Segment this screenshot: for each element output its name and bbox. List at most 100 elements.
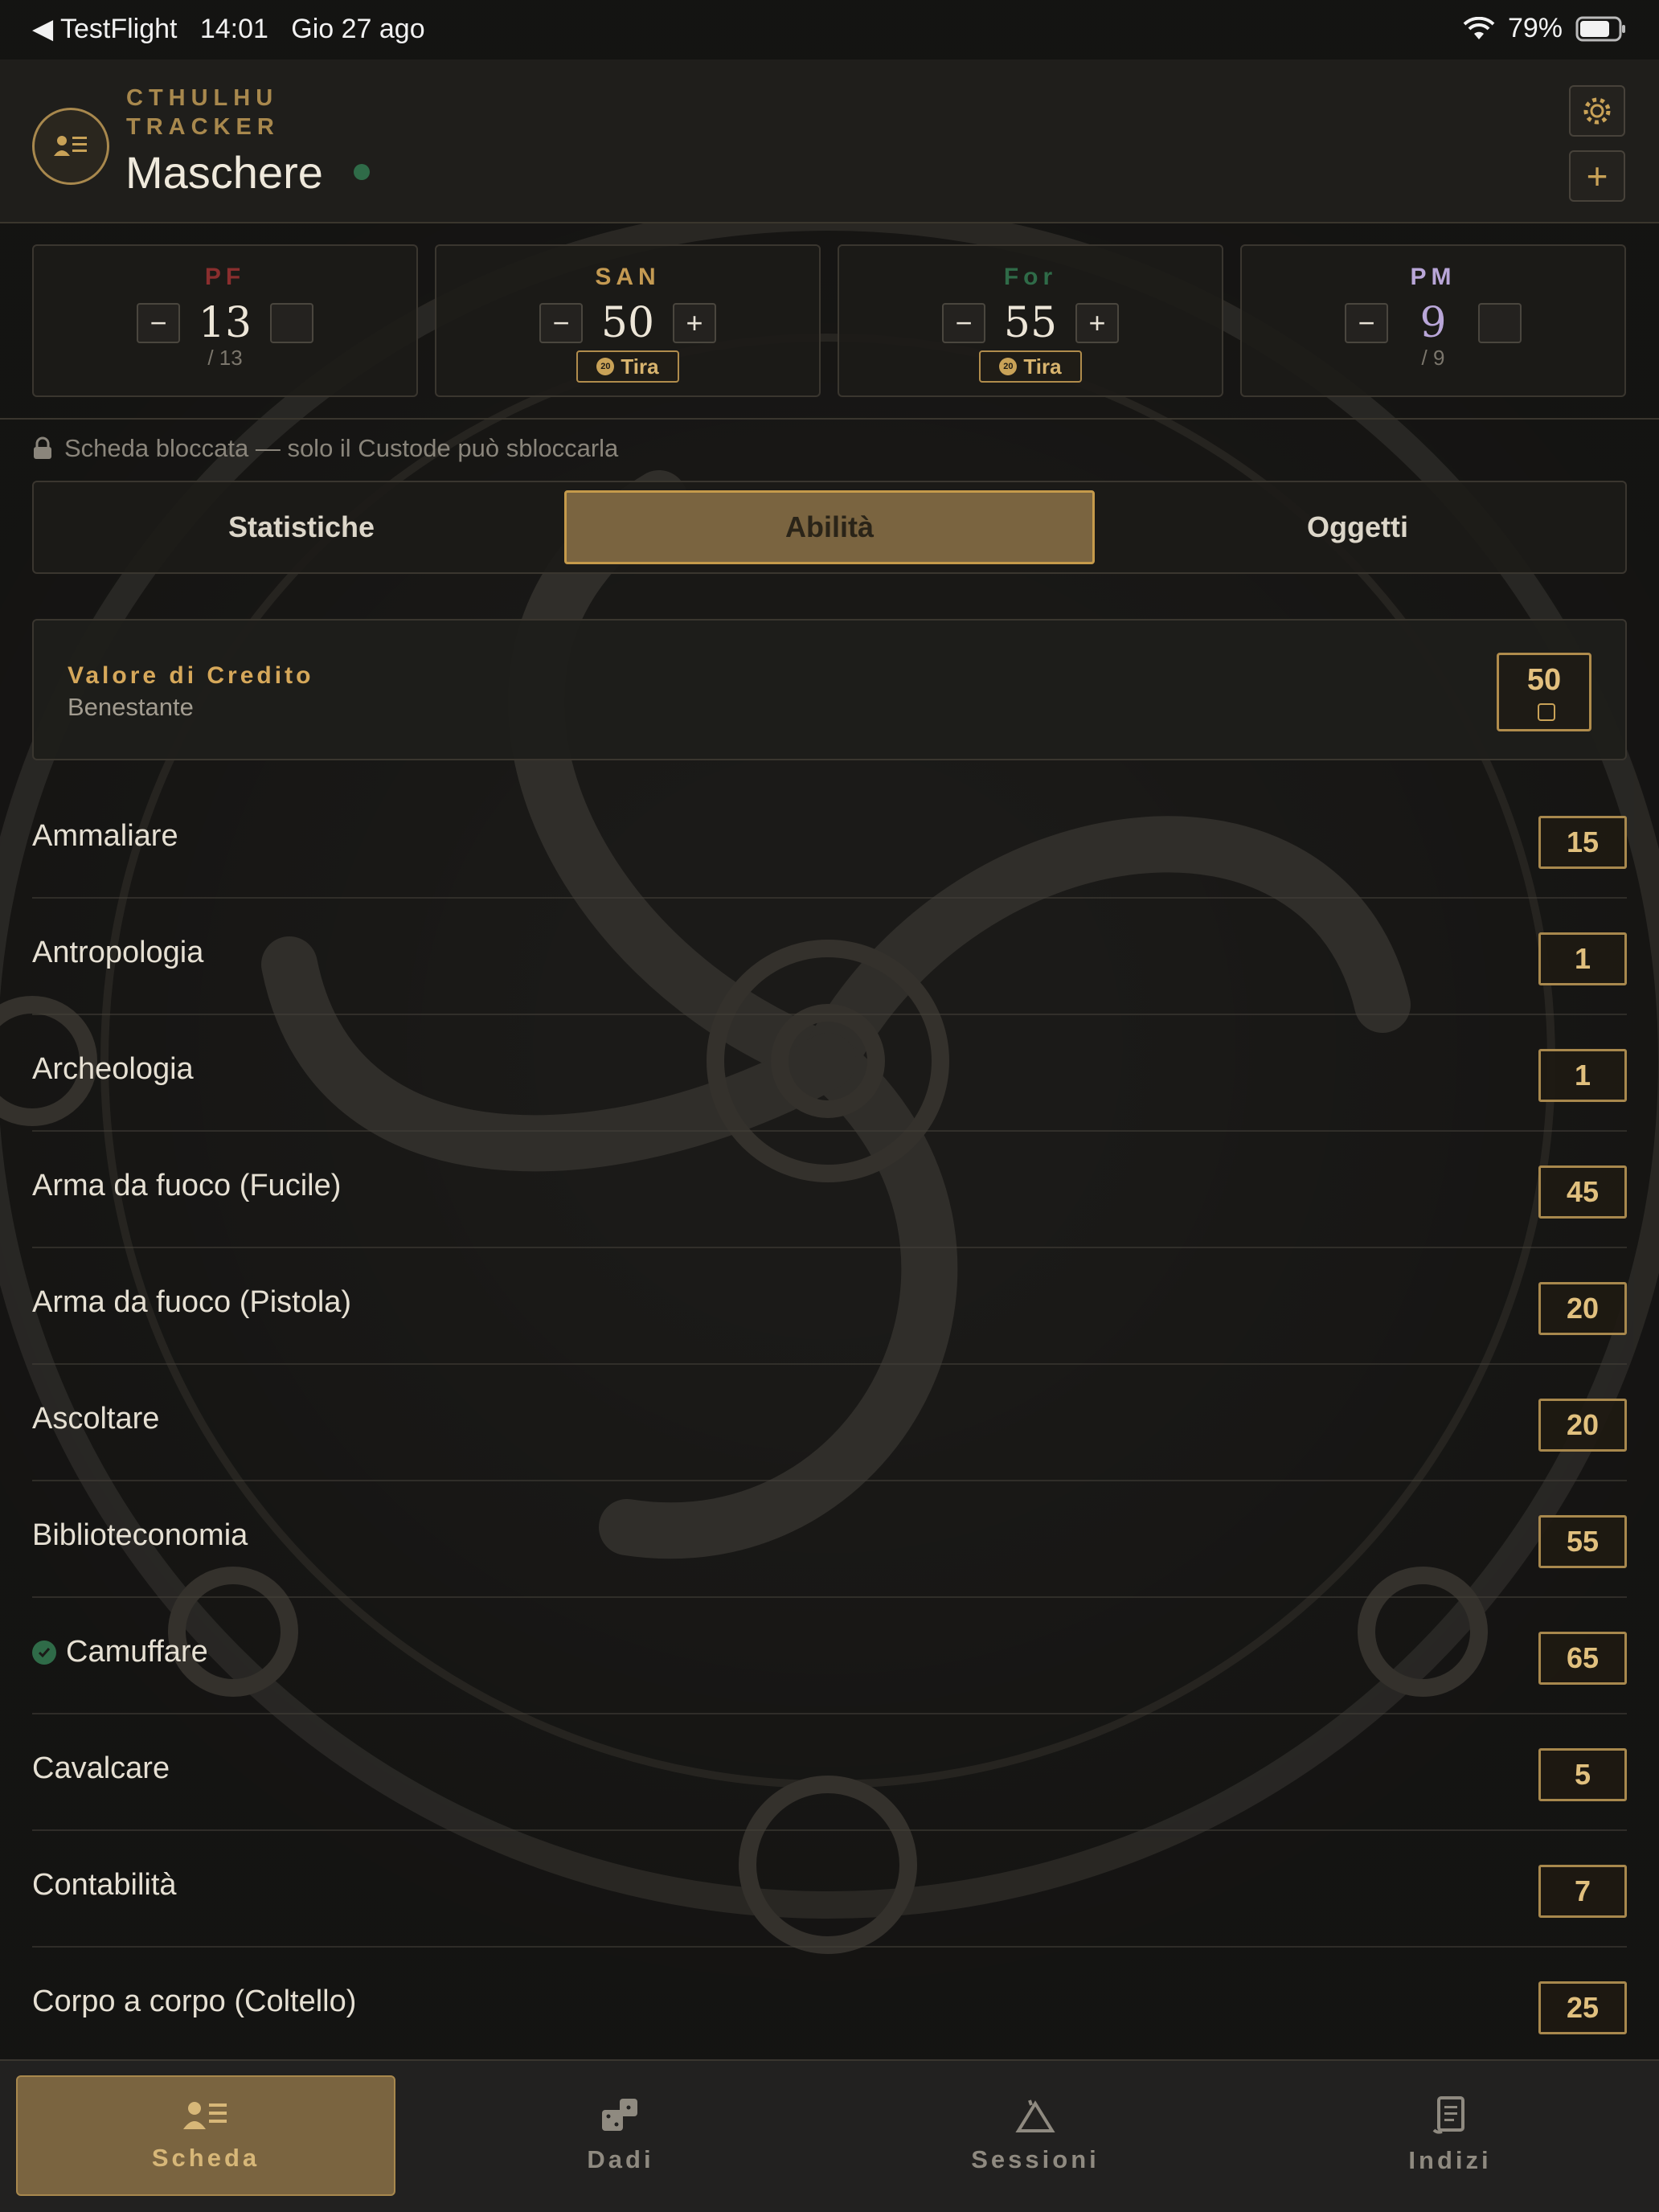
app-header: CTHULHU TRACKER Maschere + xyxy=(0,59,1659,223)
credit-value: 50 xyxy=(1526,663,1562,697)
bottom-tab-bar: Scheda Dadi Sessioni Indizi xyxy=(0,2059,1659,2212)
skill-name: Camuffare xyxy=(66,1635,208,1669)
gear-icon xyxy=(1583,97,1611,125)
page-title: Maschere xyxy=(125,147,323,198)
skill-row[interactable]: Biblioteconomia 55 xyxy=(32,1481,1627,1598)
skill-row[interactable]: Arma da fuoco (Pistola) 20 xyxy=(32,1248,1627,1365)
stat-value: 9 xyxy=(1419,299,1447,347)
tab-statistiche[interactable]: Statistiche xyxy=(39,490,564,564)
skill-name: Corpo a corpo (Coltello) xyxy=(32,1985,357,2018)
status-left: ◀ TestFlight 14:01 Gio 27 ago xyxy=(32,13,425,45)
character-sheet-icon xyxy=(54,136,87,156)
battery-percent: 79% xyxy=(1507,13,1563,43)
d20-icon: 20 xyxy=(999,358,1018,375)
increment-button[interactable]: + xyxy=(673,303,716,343)
nav-label: Indizi xyxy=(1408,2146,1492,2174)
skill-value[interactable]: 1 xyxy=(1538,1049,1627,1102)
increment-button[interactable]: + xyxy=(1075,303,1119,343)
roll-label: Tira xyxy=(621,354,659,379)
roll-button[interactable]: 20 Tira xyxy=(979,350,1082,383)
dice-icon xyxy=(602,2099,637,2131)
roll-button[interactable]: 20 Tira xyxy=(576,350,679,383)
stat-value: 13 xyxy=(198,299,252,347)
character-sheet-icon xyxy=(183,2102,227,2129)
online-status-dot xyxy=(354,164,370,180)
tent-icon xyxy=(1015,2099,1055,2132)
stat-card-for: For − 55 + 20 Tira xyxy=(838,244,1223,397)
skill-row[interactable]: Contabilità 7 xyxy=(32,1831,1627,1948)
lock-icon xyxy=(34,436,51,459)
skill-name: Arma da fuoco (Fucile) xyxy=(32,1169,342,1202)
character-avatar[interactable] xyxy=(32,108,109,185)
stat-label: SAN xyxy=(595,264,661,290)
skill-name: Biblioteconomia xyxy=(32,1518,248,1552)
skill-row[interactable]: Ascoltare 20 xyxy=(32,1365,1627,1481)
credit-value-button[interactable]: 50 xyxy=(1497,653,1591,731)
skill-row[interactable]: Archeologia 1 xyxy=(32,1015,1627,1132)
stat-value: 50 xyxy=(600,299,655,347)
lock-notice-text: Scheda bloccata — solo il Custode può sb… xyxy=(64,434,619,462)
skill-name: Cavalcare xyxy=(32,1751,170,1785)
status-bar: ◀ TestFlight 14:01 Gio 27 ago 79% xyxy=(0,0,1659,59)
skill-value[interactable]: 15 xyxy=(1538,816,1627,869)
skill-name: Arma da fuoco (Pistola) xyxy=(32,1285,352,1319)
skill-name: Archeologia xyxy=(32,1052,194,1086)
check-icon xyxy=(32,1640,56,1665)
stat-card-san: SAN − 50 + 20 Tira xyxy=(435,244,821,397)
nav-dadi[interactable]: Dadi xyxy=(431,2075,810,2196)
skill-value[interactable]: 65 xyxy=(1538,1632,1627,1685)
stat-card-pm: PM − 9 / 9 xyxy=(1240,244,1626,397)
skill-value[interactable]: 55 xyxy=(1538,1515,1627,1568)
skill-value[interactable]: 20 xyxy=(1538,1282,1627,1335)
skill-row[interactable]: Ammaliare 15 xyxy=(32,782,1627,899)
d20-icon: 20 xyxy=(596,358,615,375)
status-date: Gio 27 ago xyxy=(291,14,425,44)
skill-value[interactable]: 20 xyxy=(1538,1399,1627,1452)
decrement-button[interactable]: − xyxy=(137,303,180,343)
decrement-button[interactable]: − xyxy=(942,303,985,343)
stat-max: / 9 xyxy=(1421,346,1445,370)
increment-button-disabled xyxy=(270,303,313,343)
decrement-button[interactable]: − xyxy=(539,303,583,343)
settings-button[interactable] xyxy=(1569,85,1625,137)
credit-subtitle: Benestante xyxy=(68,693,194,721)
roll-label: Tira xyxy=(1023,354,1062,379)
lock-notice: Scheda bloccata — solo il Custode può sb… xyxy=(32,434,618,463)
stat-label: For xyxy=(1003,264,1058,290)
segment-tabs: Statistiche Abilità Oggetti xyxy=(32,481,1627,574)
skill-row[interactable]: Corpo a corpo (Coltello) 25 xyxy=(32,1948,1627,2064)
nav-indizi[interactable]: Indizi xyxy=(1260,2075,1640,2196)
skill-row[interactable]: Camuffare 65 xyxy=(32,1598,1627,1714)
battery-icon xyxy=(1575,16,1625,41)
add-button[interactable]: + xyxy=(1569,150,1625,202)
stat-label: PF xyxy=(204,264,246,290)
skill-value[interactable]: 5 xyxy=(1538,1748,1627,1801)
skill-value[interactable]: 7 xyxy=(1538,1865,1627,1918)
nav-scheda[interactable]: Scheda xyxy=(16,2075,395,2196)
stat-card-pf: PF − 13 / 13 xyxy=(32,244,418,397)
skill-row[interactable]: Arma da fuoco (Fucile) 45 xyxy=(32,1132,1627,1248)
dice-icon xyxy=(1538,703,1555,721)
nav-label: Dadi xyxy=(587,2145,654,2173)
nav-sessioni[interactable]: Sessioni xyxy=(846,2075,1225,2196)
status-time: 14:01 xyxy=(199,14,268,44)
skill-row[interactable]: Cavalcare 5 xyxy=(32,1714,1627,1831)
skill-name: Ammaliare xyxy=(32,819,178,853)
credit-title: Valore di Credito xyxy=(68,662,314,689)
decrement-button[interactable]: − xyxy=(1345,303,1388,343)
credit-rating-card: Valore di Credito Benestante 50 xyxy=(32,619,1627,760)
tab-abilita[interactable]: Abilità xyxy=(564,490,1095,564)
app-brand: CTHULHU TRACKER xyxy=(126,85,280,140)
skill-value[interactable]: 25 xyxy=(1538,1981,1627,2034)
tab-oggetti[interactable]: Oggetti xyxy=(1095,490,1620,564)
clue-document-icon xyxy=(1432,2096,1464,2134)
skill-name: Contabilità xyxy=(32,1868,177,1902)
skill-value[interactable]: 45 xyxy=(1538,1165,1627,1219)
skill-row[interactable]: Antropologia 1 xyxy=(32,899,1627,1015)
increment-button-disabled xyxy=(1478,303,1522,343)
status-right: 79% xyxy=(1463,13,1627,44)
nav-label: Scheda xyxy=(151,2144,260,2172)
skill-value[interactable]: 1 xyxy=(1538,932,1627,985)
wifi-icon xyxy=(1463,16,1495,39)
back-to-app-link[interactable]: ◀ TestFlight xyxy=(32,14,177,44)
